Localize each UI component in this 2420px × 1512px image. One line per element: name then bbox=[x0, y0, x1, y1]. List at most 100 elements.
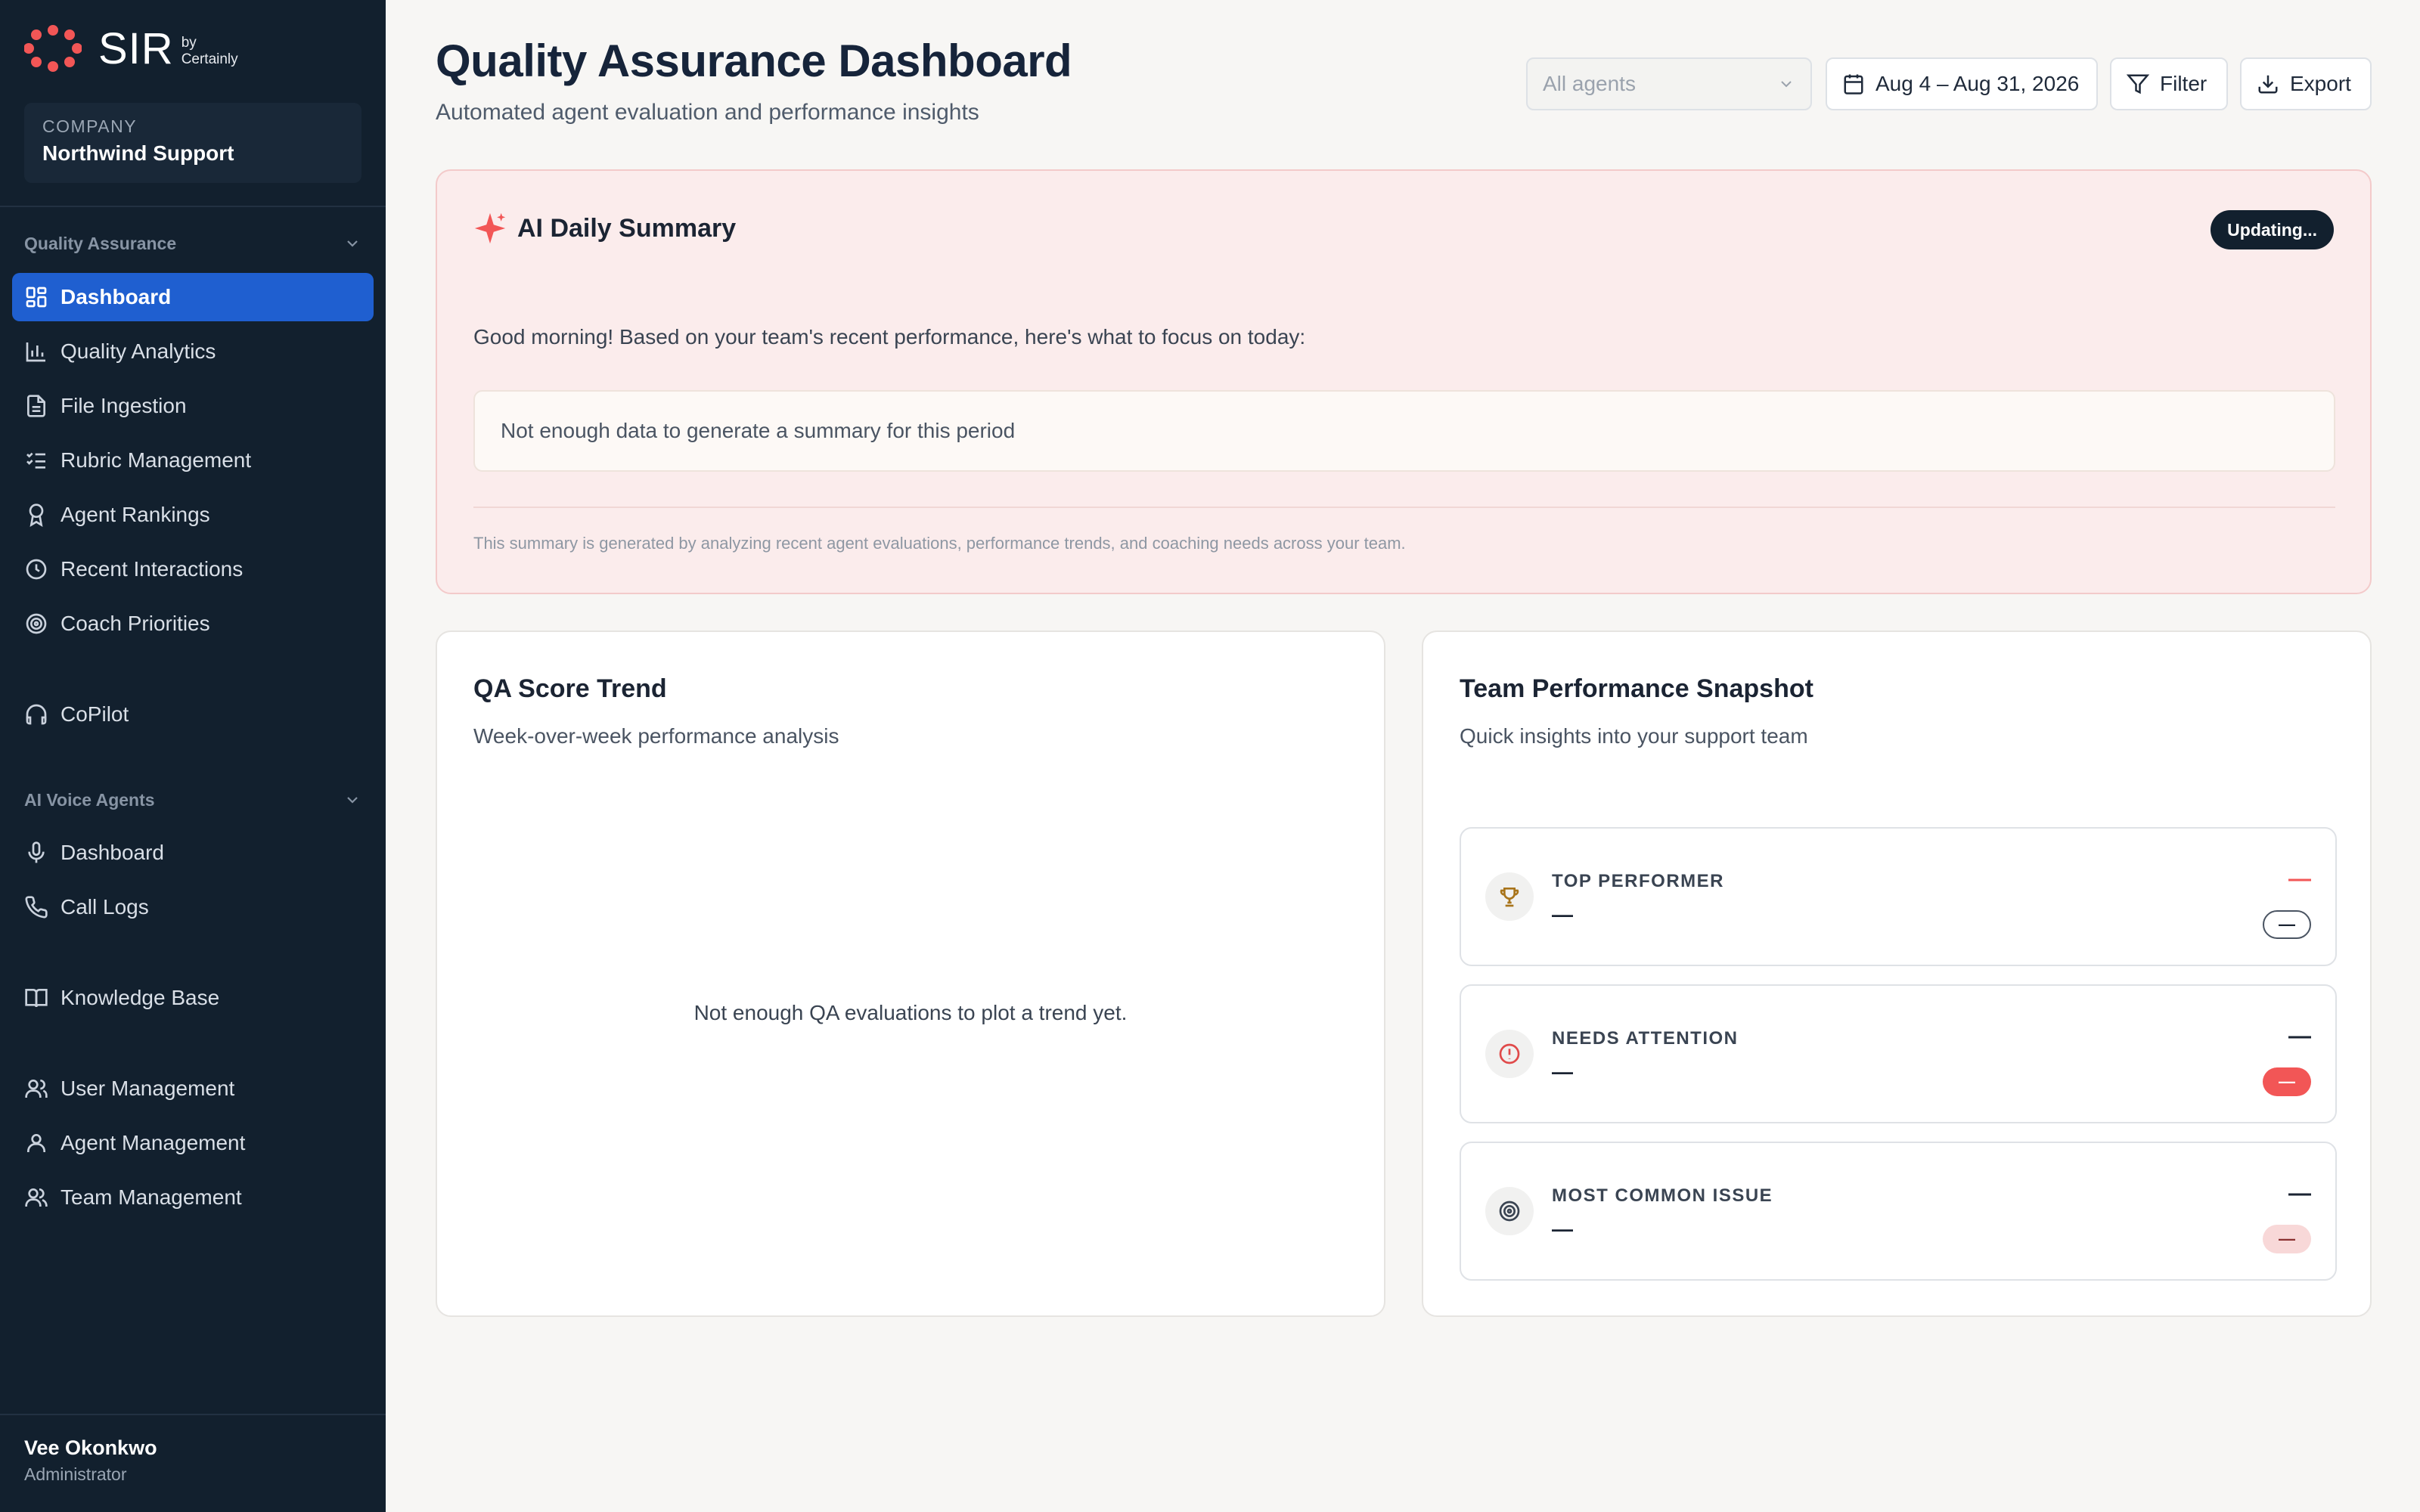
target-icon bbox=[26, 613, 47, 634]
date-range-button[interactable]: Aug 4 – Aug 31, 2026 bbox=[1826, 57, 2098, 110]
snapshot-value: — bbox=[1552, 903, 1573, 926]
sidebar-item-file-ingestion[interactable]: File Ingestion bbox=[12, 382, 374, 430]
sidebar-item-quality-analytics[interactable]: Quality Analytics bbox=[12, 327, 374, 376]
sidebar-item-label: Agent Management bbox=[60, 1131, 246, 1154]
team-icon bbox=[25, 1188, 48, 1207]
calendar-icon bbox=[1844, 74, 1863, 94]
sidebar-item-user-management[interactable]: User Management bbox=[12, 1064, 374, 1113]
file-icon bbox=[27, 395, 45, 417]
user-icon bbox=[27, 1134, 45, 1152]
sidebar-item-label: Dashboard bbox=[60, 841, 164, 864]
ai-daily-summary-card: AI Daily Summary Updating... Good mornin… bbox=[436, 169, 2372, 594]
sidebar-item-label: Call Logs bbox=[60, 895, 149, 919]
checklist-icon bbox=[26, 452, 45, 469]
company-label: COMPANY bbox=[42, 116, 138, 136]
filter-button[interactable]: Filter bbox=[2110, 57, 2228, 110]
team-performance-snapshot-card: Team Performance Snapshot Quick insights… bbox=[1422, 631, 2372, 1317]
user-role: Administrator bbox=[24, 1464, 127, 1484]
sidebar-item-voice-dashboard[interactable]: Dashboard bbox=[12, 829, 374, 877]
grid-icon bbox=[26, 287, 47, 308]
sidebar: SIR by Certainly COMPANY Northwind Suppo… bbox=[0, 0, 386, 1512]
clock-icon bbox=[26, 559, 47, 580]
snapshot-most-common-issue[interactable]: MOST COMMON ISSUE — — — bbox=[1460, 1142, 2337, 1281]
card-title: QA Score Trend bbox=[473, 674, 667, 703]
users-icon bbox=[25, 1080, 48, 1098]
section-quality-assurance[interactable]: Quality Assurance bbox=[24, 228, 361, 259]
sidebar-footer-divider bbox=[0, 1414, 386, 1415]
bar-chart-icon bbox=[26, 342, 45, 362]
user-name: Vee Okonkwo bbox=[24, 1436, 157, 1459]
snapshot-label: NEEDS ATTENTION bbox=[1552, 1028, 1739, 1049]
export-label: Export bbox=[2290, 72, 2351, 95]
brand[interactable]: SIR by Certainly bbox=[24, 24, 238, 73]
target-icon bbox=[1485, 1187, 1534, 1235]
mic-icon bbox=[28, 841, 45, 863]
section-ai-voice-agents[interactable]: AI Voice Agents bbox=[24, 785, 361, 815]
snapshot-needs-attention[interactable]: NEEDS ATTENTION — — — bbox=[1460, 984, 2337, 1123]
snapshot-metric: — bbox=[2288, 1024, 2311, 1049]
brand-by-text: by bbox=[181, 35, 197, 51]
sidebar-item-label: Rubric Management bbox=[60, 448, 252, 472]
headphones-icon bbox=[26, 704, 47, 725]
brand-name: SIR bbox=[98, 23, 174, 73]
card-title: Team Performance Snapshot bbox=[1460, 674, 1813, 703]
section-label: Quality Assurance bbox=[24, 233, 177, 253]
summary-title-text: AI Daily Summary bbox=[517, 213, 737, 243]
snapshot-chip: — bbox=[2263, 910, 2311, 939]
sparkle-icon bbox=[474, 212, 506, 244]
summary-divider bbox=[473, 507, 2335, 508]
snapshot-value: — bbox=[1552, 1060, 1573, 1083]
sidebar-item-call-logs[interactable]: Call Logs bbox=[12, 883, 374, 931]
summary-greeting: Good morning! Based on your team's recen… bbox=[473, 325, 1306, 349]
snapshot-label: MOST COMMON ISSUE bbox=[1552, 1185, 1773, 1206]
brand-vendor: by Certainly bbox=[182, 35, 238, 68]
award-icon bbox=[29, 503, 44, 527]
book-icon bbox=[25, 989, 48, 1008]
filter-label: Filter bbox=[2160, 72, 2207, 95]
brand-vendor-text: Certainly bbox=[181, 51, 238, 67]
card-subtitle: Quick insights into your support team bbox=[1460, 724, 1808, 748]
date-range-label: Aug 4 – Aug 31, 2026 bbox=[1876, 72, 2080, 95]
sidebar-item-coach-priorities[interactable]: Coach Priorities bbox=[12, 600, 374, 648]
sidebar-item-team-management[interactable]: Team Management bbox=[12, 1173, 374, 1222]
sidebar-item-label: Coach Priorities bbox=[60, 612, 210, 635]
sidebar-item-label: Team Management bbox=[60, 1185, 242, 1209]
snapshot-value: — bbox=[1552, 1217, 1573, 1241]
summary-footnote: This summary is generated by analyzing r… bbox=[473, 534, 1406, 553]
sidebar-item-copilot[interactable]: CoPilot bbox=[12, 690, 374, 739]
phone-icon bbox=[25, 896, 48, 919]
summary-title: AI Daily Summary bbox=[473, 212, 736, 245]
agent-select[interactable]: All agents bbox=[1526, 57, 1812, 110]
trend-empty-state: Not enough QA evaluations to plot a tren… bbox=[693, 1001, 1128, 1024]
summary-body: Not enough data to generate a summary fo… bbox=[473, 390, 2335, 472]
filter-icon bbox=[2127, 74, 2149, 94]
updating-badge: Updating... bbox=[2211, 210, 2334, 249]
sidebar-item-recent-interactions[interactable]: Recent Interactions bbox=[12, 545, 374, 593]
sidebar-item-label: Quality Analytics bbox=[60, 339, 216, 363]
snapshot-top-performer[interactable]: TOP PERFORMER — — — bbox=[1460, 827, 2337, 966]
sidebar-item-knowledge-base[interactable]: Knowledge Base bbox=[12, 974, 374, 1022]
snapshot-chip: — bbox=[2263, 1067, 2311, 1096]
chevron-down-icon bbox=[1781, 81, 1792, 88]
sidebar-item-dashboard[interactable]: Dashboard bbox=[12, 273, 374, 321]
card-subtitle: Week-over-week performance analysis bbox=[473, 724, 839, 748]
snapshot-metric: — bbox=[2288, 1181, 2311, 1206]
company-name: Northwind Support bbox=[42, 141, 234, 165]
sidebar-item-label: User Management bbox=[60, 1077, 235, 1100]
agent-select-value: All agents bbox=[1543, 72, 1636, 95]
section-label: AI Voice Agents bbox=[24, 789, 155, 810]
sidebar-divider bbox=[0, 206, 386, 207]
user-profile[interactable]: Vee Okonkwo Administrator bbox=[24, 1436, 157, 1485]
qa-score-trend-card: QA Score Trend Week-over-week performanc… bbox=[436, 631, 1385, 1317]
sidebar-item-label: Agent Rankings bbox=[60, 503, 210, 526]
company-switcher[interactable]: COMPANY Northwind Support bbox=[24, 103, 361, 183]
sidebar-item-agent-management[interactable]: Agent Management bbox=[12, 1119, 374, 1167]
sidebar-item-label: Recent Interactions bbox=[60, 557, 244, 581]
sidebar-item-agent-rankings[interactable]: Agent Rankings bbox=[12, 491, 374, 539]
sidebar-item-rubric-management[interactable]: Rubric Management bbox=[12, 436, 374, 485]
chevron-down-icon bbox=[347, 797, 358, 804]
trophy-icon bbox=[1485, 872, 1534, 921]
download-icon bbox=[2258, 75, 2278, 94]
export-button[interactable]: Export bbox=[2240, 57, 2372, 110]
sidebar-item-label: Dashboard bbox=[60, 285, 172, 308]
